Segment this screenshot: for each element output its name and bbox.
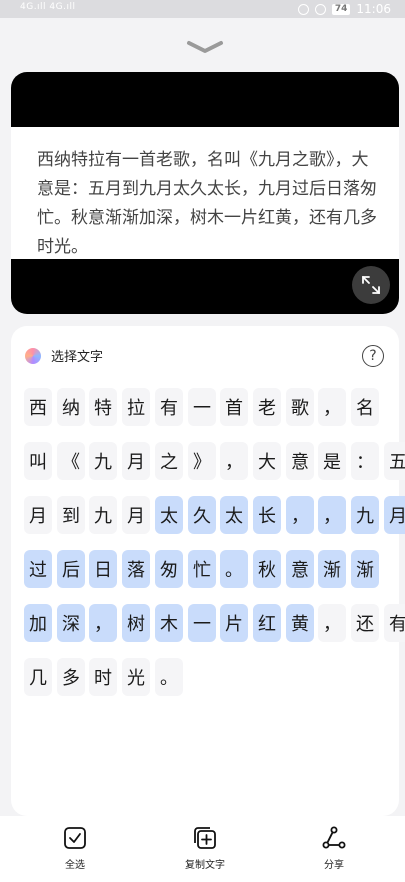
character-chip[interactable]: 一	[188, 604, 216, 642]
status-bar: 4G.ıll 4G.ıll 74 11:06	[0, 0, 405, 18]
character-chip[interactable]: 《	[57, 442, 85, 480]
character-chip[interactable]: 片	[220, 604, 248, 642]
panel-title: 选择文字	[51, 350, 104, 365]
character-chip[interactable]: ，	[286, 496, 314, 534]
checkbox-icon	[64, 827, 86, 849]
character-chip[interactable]: 是	[318, 442, 346, 480]
character-chip[interactable]: 月	[24, 496, 52, 534]
character-chip[interactable]: 红	[253, 604, 281, 642]
character-chip[interactable]: 有	[155, 388, 183, 426]
select-all-button[interactable]: 全选	[35, 826, 115, 871]
character-chip[interactable]: 过	[24, 550, 52, 588]
character-chip[interactable]: 时	[89, 658, 117, 696]
character-chip[interactable]: 加	[24, 604, 52, 642]
character-chip[interactable]: ，	[318, 496, 346, 534]
character-chip[interactable]: 九	[89, 442, 117, 480]
signal-indicator: 4G.ıll 4G.ıll	[20, 2, 76, 12]
assistant-logo-icon	[25, 347, 41, 364]
character-chip[interactable]: 九	[351, 496, 379, 534]
character-chip[interactable]: 拉	[122, 388, 150, 426]
character-chip[interactable]: 后	[57, 550, 85, 588]
character-chip[interactable]: 木	[155, 604, 183, 642]
character-chip[interactable]: 特	[89, 388, 117, 426]
character-chip[interactable]: 长	[253, 496, 281, 534]
copy-icon	[194, 827, 216, 849]
character-chip[interactable]: 深	[57, 604, 85, 642]
alarm-icon	[314, 3, 326, 15]
character-chip[interactable]: 叫	[24, 442, 52, 480]
status-right: 74 11:06	[297, 0, 391, 18]
panel-header: 选择文字	[25, 346, 103, 365]
character-chip[interactable]: 秋	[253, 550, 281, 588]
character-chip[interactable]: ，	[318, 604, 346, 642]
character-chip[interactable]: 多	[57, 658, 85, 696]
character-chip[interactable]: 到	[57, 496, 85, 534]
character-chip[interactable]: 。	[155, 658, 183, 696]
character-chip[interactable]: 太	[155, 496, 183, 534]
expand-icon	[362, 276, 380, 294]
expand-button[interactable]	[352, 266, 390, 304]
clock: 11:06	[356, 2, 391, 16]
character-chip[interactable]: ，	[318, 388, 346, 426]
copy-text-label: 复制文字	[185, 860, 225, 871]
character-chip[interactable]: 黄	[286, 604, 314, 642]
select-all-label: 全选	[65, 860, 85, 871]
character-chip[interactable]: 意	[286, 442, 314, 480]
bottom-action-bar: 全选 复制文字 分享	[0, 816, 405, 882]
character-chip[interactable]: 歌	[286, 388, 314, 426]
character-chip[interactable]: 忙	[188, 550, 216, 588]
character-chip[interactable]: 名	[351, 388, 379, 426]
character-chip[interactable]: ，	[89, 604, 117, 642]
character-chip[interactable]: 。	[220, 550, 248, 588]
chevron-down-icon[interactable]	[186, 40, 224, 54]
headset-icon	[297, 3, 309, 15]
character-chip[interactable]: ：	[351, 442, 379, 480]
character-chip[interactable]: 一	[188, 388, 216, 426]
character-chip[interactable]: 落	[122, 550, 150, 588]
character-chip[interactable]: 之	[155, 442, 183, 480]
character-chip[interactable]: 几	[24, 658, 52, 696]
character-chip[interactable]: 渐	[351, 550, 379, 588]
character-chip[interactable]: 久	[188, 496, 216, 534]
battery-indicator: 74	[331, 3, 351, 15]
share-icon	[322, 826, 346, 849]
share-label: 分享	[324, 860, 344, 871]
character-chip[interactable]: 老	[253, 388, 281, 426]
character-chip[interactable]: 月	[122, 442, 150, 480]
character-chip[interactable]: 匆	[155, 550, 183, 588]
character-chip[interactable]: ，	[220, 442, 248, 480]
character-chip[interactable]: 日	[89, 550, 117, 588]
character-chip[interactable]: 西	[24, 388, 52, 426]
copy-text-button[interactable]: 复制文字	[165, 826, 245, 871]
preview-text: 西纳特拉有一首老歌，名叫《九月之歌》，大意是：五月到九月太久太长，九月过后日落匆…	[37, 150, 377, 257]
character-chip[interactable]: 九	[89, 496, 117, 534]
character-chip[interactable]: 还	[351, 604, 379, 642]
help-icon[interactable]: ?	[362, 345, 384, 367]
character-chip[interactable]: 光	[122, 658, 150, 696]
character-chip[interactable]: 月	[122, 496, 150, 534]
character-chip[interactable]: 月	[384, 496, 405, 534]
image-preview: 西纳特拉有一首老歌，名叫《九月之歌》，大意是：五月到九月太久太长，九月过后日落匆…	[11, 72, 399, 314]
character-chip[interactable]: 有	[384, 604, 405, 642]
character-chip[interactable]: 纳	[57, 388, 85, 426]
character-chip[interactable]: 渐	[318, 550, 346, 588]
character-chip[interactable]: 首	[220, 388, 248, 426]
preview-image-content: 西纳特拉有一首老歌，名叫《九月之歌》，大意是：五月到九月太久太长，九月过后日落匆…	[11, 127, 399, 259]
character-chip[interactable]: 意	[286, 550, 314, 588]
character-chip[interactable]: 》	[188, 442, 216, 480]
character-chip[interactable]: 五	[384, 442, 405, 480]
character-chip[interactable]: 太	[220, 496, 248, 534]
share-button[interactable]: 分享	[294, 826, 374, 871]
character-chip[interactable]: 大	[253, 442, 281, 480]
character-chip[interactable]: 树	[122, 604, 150, 642]
